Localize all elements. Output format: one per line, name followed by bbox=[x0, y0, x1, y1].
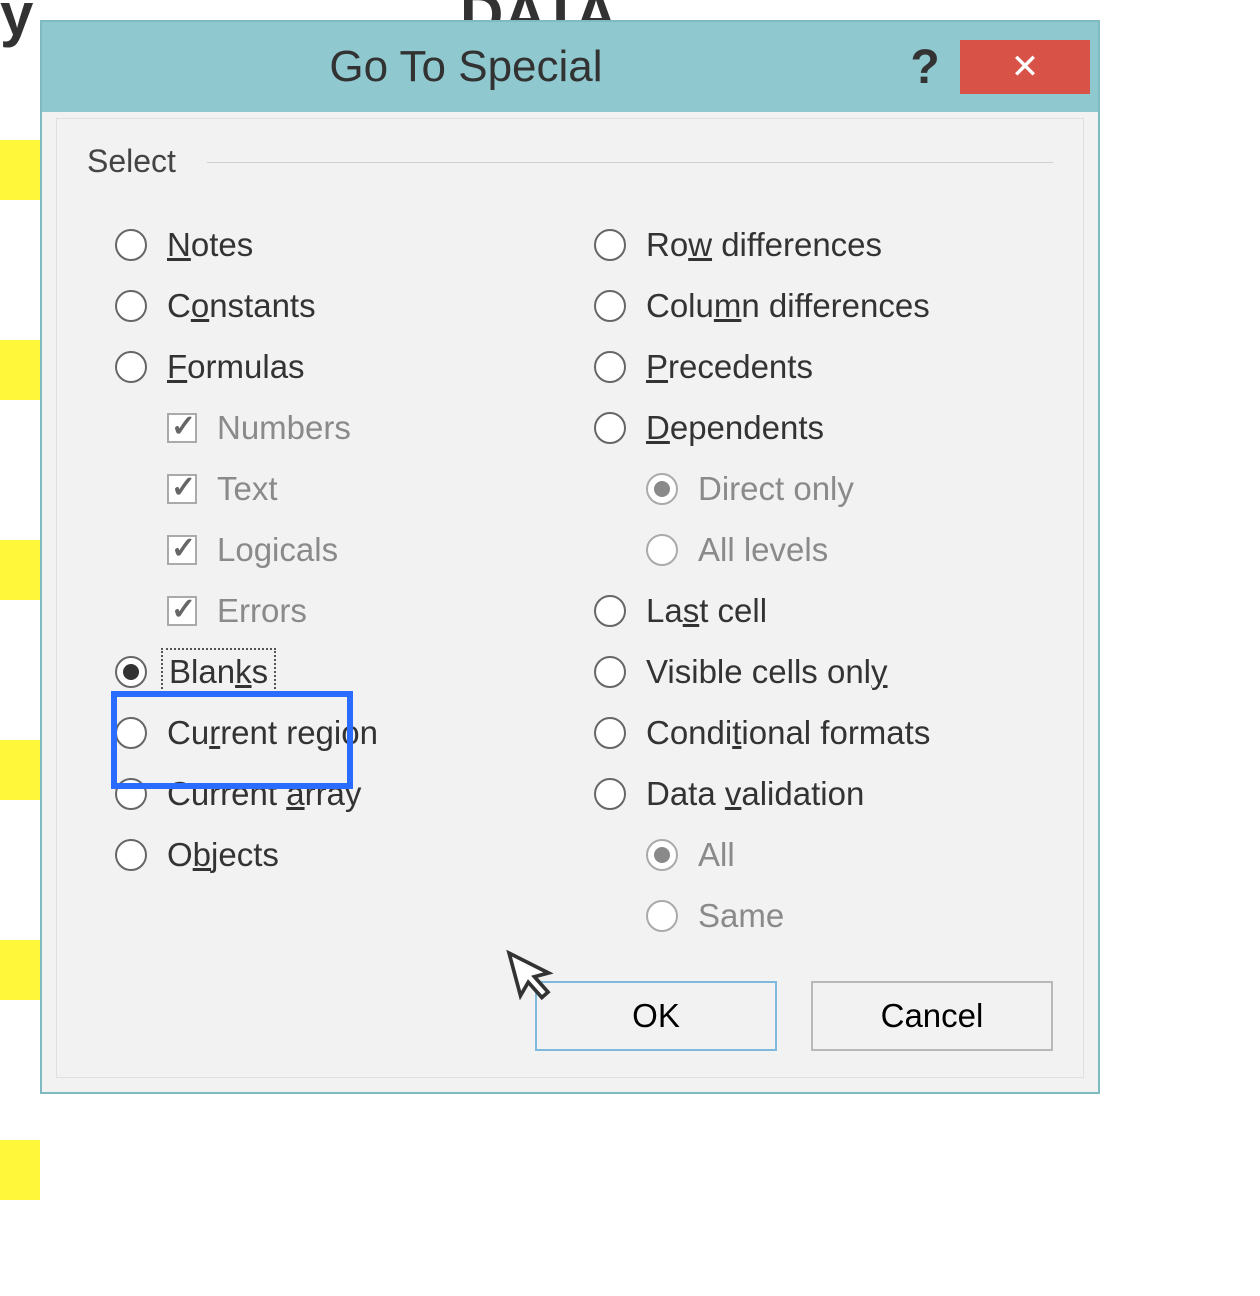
radio-icon bbox=[594, 778, 626, 810]
radio-direct-only[interactable]: Direct only bbox=[594, 458, 1053, 519]
radio-notes[interactable]: Notes bbox=[115, 214, 574, 275]
radio-dependents[interactable]: Dependents bbox=[594, 397, 1053, 458]
checkbox-icon bbox=[167, 596, 197, 626]
radio-icon bbox=[594, 595, 626, 627]
options-column-right: Row differences Column differences Precede… bbox=[594, 214, 1053, 946]
option-label-objects: Objects bbox=[161, 833, 285, 877]
option-label-all: All bbox=[692, 833, 741, 877]
option-label-same: Same bbox=[692, 894, 790, 938]
titlebar: Go To Special ? ✕ bbox=[42, 22, 1098, 112]
radio-row-diff[interactable]: Row differences bbox=[594, 214, 1053, 275]
radio-all-levels[interactable]: All levels bbox=[594, 519, 1053, 580]
radio-data-validation[interactable]: Data validation bbox=[594, 763, 1053, 824]
option-label-all-levels: All levels bbox=[692, 528, 834, 572]
option-label-notes: Notes bbox=[161, 223, 259, 267]
ok-button[interactable]: OK bbox=[535, 981, 777, 1051]
option-label-dependents: Dependents bbox=[640, 406, 830, 450]
option-label-data-validation: Data validation bbox=[640, 772, 870, 816]
checkbox-icon bbox=[167, 413, 197, 443]
option-label-cond-formats: Conditional formats bbox=[640, 711, 936, 755]
radio-icon bbox=[646, 473, 678, 505]
radio-precedents[interactable]: Precedents bbox=[594, 336, 1053, 397]
radio-current-region[interactable]: Current region bbox=[115, 702, 574, 763]
radio-same[interactable]: Same bbox=[594, 885, 1053, 946]
radio-visible[interactable]: Visible cells only bbox=[594, 641, 1053, 702]
option-label-direct-only: Direct only bbox=[692, 467, 860, 511]
checkbox-errors[interactable]: Errors bbox=[115, 580, 574, 641]
radio-icon bbox=[646, 839, 678, 871]
dialog-title: Go To Special bbox=[42, 42, 890, 92]
dialog-buttons: OK Cancel bbox=[535, 981, 1053, 1051]
radio-icon bbox=[115, 351, 147, 383]
radio-last-cell[interactable]: Last cell bbox=[594, 580, 1053, 641]
radio-icon bbox=[115, 656, 147, 688]
option-label-visible: Visible cells only bbox=[640, 650, 894, 694]
radio-icon bbox=[646, 534, 678, 566]
radio-icon bbox=[594, 412, 626, 444]
radio-icon bbox=[115, 839, 147, 871]
radio-icon bbox=[646, 900, 678, 932]
dialog-content: Select NotesConstantsFormulasNumbersText… bbox=[56, 118, 1084, 1078]
close-icon: ✕ bbox=[1011, 50, 1040, 84]
radio-constants[interactable]: Constants bbox=[115, 275, 574, 336]
radio-col-diff[interactable]: Column differences bbox=[594, 275, 1053, 336]
radio-blanks[interactable]: Blanks bbox=[115, 641, 574, 702]
radio-icon bbox=[594, 290, 626, 322]
cancel-button[interactable]: Cancel bbox=[811, 981, 1053, 1051]
option-label-blanks: Blanks bbox=[161, 648, 276, 696]
help-icon[interactable]: ? bbox=[890, 40, 960, 95]
close-button[interactable]: ✕ bbox=[960, 40, 1090, 94]
options-column-left: Notes Constants Formulas Numbers Text Logical… bbox=[87, 214, 594, 946]
option-label-col-diff: Column differences bbox=[640, 284, 936, 328]
bg-cell-left: y bbox=[0, 0, 33, 49]
option-label-errors: Errors bbox=[211, 589, 313, 633]
option-label-formulas: Formulas bbox=[161, 345, 311, 389]
radio-objects[interactable]: Objects bbox=[115, 824, 574, 885]
radio-icon bbox=[115, 717, 147, 749]
option-label-text: Text bbox=[211, 467, 284, 511]
radio-icon bbox=[594, 351, 626, 383]
option-label-row-diff: Row differences bbox=[640, 223, 888, 267]
option-label-numbers: Numbers bbox=[211, 406, 357, 450]
radio-icon bbox=[594, 229, 626, 261]
radio-formulas[interactable]: Formulas bbox=[115, 336, 574, 397]
radio-current-array[interactable]: Current array bbox=[115, 763, 574, 824]
radio-icon bbox=[115, 229, 147, 261]
checkbox-icon bbox=[167, 474, 197, 504]
radio-icon bbox=[594, 717, 626, 749]
go-to-special-dialog: Go To Special ? ✕ Select NotesConstantsF… bbox=[40, 20, 1100, 1094]
option-label-current-region: Current region bbox=[161, 711, 384, 755]
option-label-constants: Constants bbox=[161, 284, 322, 328]
option-label-last-cell: Last cell bbox=[640, 589, 773, 633]
checkbox-numbers[interactable]: Numbers bbox=[115, 397, 574, 458]
checkbox-logicals[interactable]: Logicals bbox=[115, 519, 574, 580]
radio-icon bbox=[115, 778, 147, 810]
option-label-current-array: Current array bbox=[161, 772, 367, 816]
radio-icon bbox=[115, 290, 147, 322]
option-label-logicals: Logicals bbox=[211, 528, 344, 572]
checkbox-text[interactable]: Text bbox=[115, 458, 574, 519]
radio-all[interactable]: All bbox=[594, 824, 1053, 885]
radio-icon bbox=[594, 656, 626, 688]
group-separator bbox=[207, 162, 1053, 163]
checkbox-icon bbox=[167, 535, 197, 565]
option-label-precedents: Precedents bbox=[640, 345, 819, 389]
radio-cond-formats[interactable]: Conditional formats bbox=[594, 702, 1053, 763]
